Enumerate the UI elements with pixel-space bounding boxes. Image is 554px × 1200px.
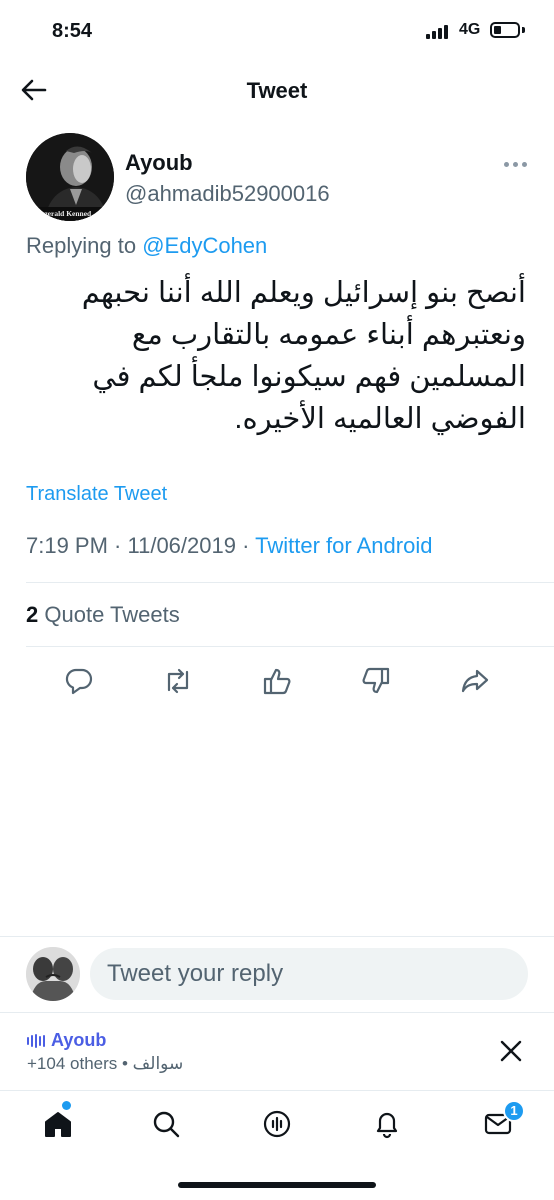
tab-home[interactable] xyxy=(38,1104,78,1144)
messages-badge: 1 xyxy=(503,1100,525,1122)
tab-spaces[interactable] xyxy=(257,1104,297,1144)
share-icon xyxy=(461,669,489,693)
thumbs-down-icon xyxy=(362,667,390,694)
space-subtitle: +104 others • سوالف xyxy=(27,1054,183,1074)
avatar[interactable]: itzgerald Kenned xyxy=(26,133,114,221)
tweet-date: 11/06/2019 xyxy=(127,533,236,558)
divider xyxy=(26,646,554,647)
avatar-caption: itzgerald Kenned xyxy=(36,209,92,218)
home-unread-dot xyxy=(62,1101,71,1110)
close-space-button[interactable] xyxy=(494,1034,528,1068)
status-time: 8:54 xyxy=(52,20,93,42)
space-host-name: Ayoub xyxy=(51,1030,107,1050)
meta-separator: · xyxy=(107,533,128,558)
page-title: Tweet xyxy=(246,78,308,103)
author-handle[interactable]: @ahmadib52900016 xyxy=(125,181,330,207)
audio-bars-icon xyxy=(27,1033,45,1048)
space-host: Ayoub xyxy=(27,1030,106,1051)
divider xyxy=(0,1090,554,1091)
reply-avatar-image xyxy=(26,947,80,1001)
home-icon xyxy=(45,1112,71,1137)
translate-tweet-link[interactable]: Translate Tweet xyxy=(26,483,167,506)
nav-header: Tweet xyxy=(0,62,554,118)
thumbs-up-icon xyxy=(263,668,291,695)
home-indicator xyxy=(178,1182,376,1188)
search-icon xyxy=(153,1111,180,1138)
tweet-meta: 7:19 PM · 11/06/2019 · Twitter for Andro… xyxy=(26,533,432,559)
reply-input[interactable] xyxy=(90,948,528,1000)
space-banner[interactable]: Ayoub +104 others • سوالف xyxy=(0,1014,554,1090)
battery-tip xyxy=(522,27,525,33)
replying-mention-link[interactable]: @EdyCohen xyxy=(142,233,267,258)
reply-bar xyxy=(0,941,554,1007)
divider xyxy=(0,1012,554,1013)
quote-count: 2 xyxy=(26,602,39,627)
spaces-icon xyxy=(263,1110,291,1138)
retweet-icon xyxy=(167,668,189,694)
tweet-text: أنصح بنو إسرائيل ويعلم الله أننا نحبهم و… xyxy=(81,277,526,435)
more-options-button[interactable] xyxy=(500,154,532,174)
retweet-button[interactable] xyxy=(161,664,195,698)
reply-icon xyxy=(65,668,93,695)
battery-icon xyxy=(490,22,520,38)
tab-search[interactable] xyxy=(146,1104,186,1144)
dislike-button[interactable] xyxy=(359,664,393,698)
tweet-time: 7:19 PM xyxy=(26,533,108,558)
like-button[interactable] xyxy=(260,664,294,698)
close-icon xyxy=(500,1040,522,1062)
status-bar: 8:54 4G xyxy=(0,0,554,62)
reply-avatar[interactable] xyxy=(26,947,80,1001)
space-listeners: +104 others xyxy=(27,1054,118,1073)
author-name[interactable]: Ayoub xyxy=(125,150,193,176)
space-bullet: • xyxy=(117,1054,133,1073)
replying-to: Replying to @EdyCohen xyxy=(26,233,267,259)
divider xyxy=(0,936,554,937)
tweet-source-link[interactable]: Twitter for Android xyxy=(255,533,432,558)
divider xyxy=(26,582,554,583)
avatar-image: itzgerald Kenned xyxy=(26,133,114,221)
signal-icon xyxy=(426,25,452,39)
quote-tweets-link[interactable]: 2 Quote Tweets xyxy=(26,602,180,628)
action-bar xyxy=(0,664,554,700)
network-type: 4G xyxy=(459,21,481,38)
tab-notifications[interactable] xyxy=(367,1104,407,1144)
tab-bar xyxy=(0,1096,554,1156)
replying-prefix: Replying to xyxy=(26,233,137,258)
space-title: سوالف xyxy=(132,1054,184,1073)
quote-label: Quote Tweets xyxy=(44,602,180,627)
meta-separator: · xyxy=(235,533,256,558)
notifications-icon xyxy=(376,1112,398,1139)
reply-button[interactable] xyxy=(62,664,96,698)
share-button[interactable] xyxy=(458,664,492,698)
